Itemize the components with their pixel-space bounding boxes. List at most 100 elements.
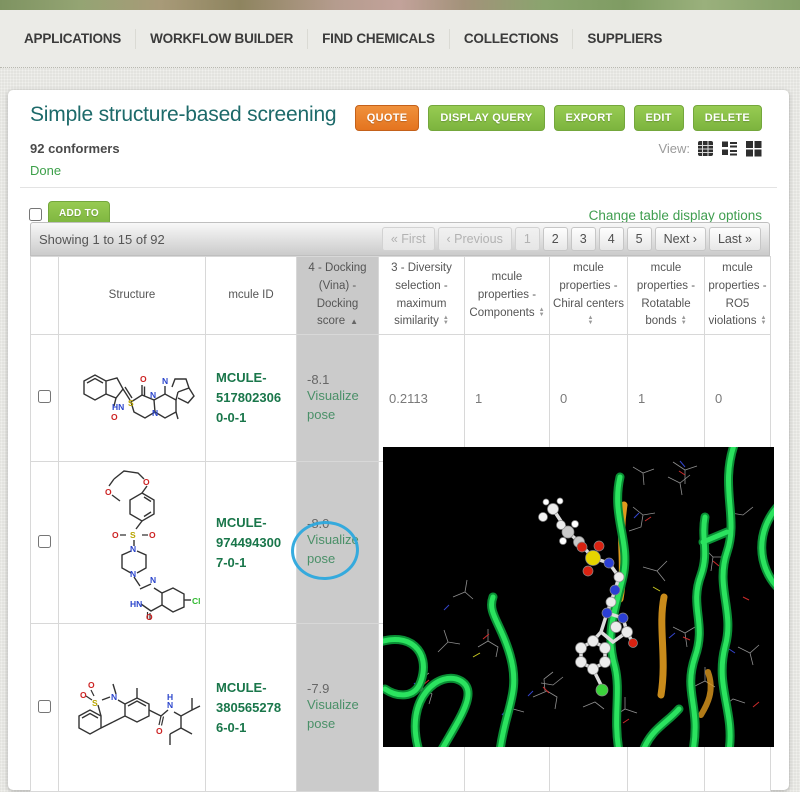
pagination-previous: ‹ Previous [438, 227, 512, 251]
svg-text:O: O [112, 530, 119, 540]
sort-icon[interactable]: ▲▼ [681, 316, 687, 326]
svg-text:S: S [130, 530, 136, 540]
svg-text:N: N [130, 544, 136, 554]
svg-text:H: H [167, 692, 173, 702]
svg-text:O: O [149, 530, 156, 540]
column-header-structure: Structure [59, 257, 206, 335]
svg-text:O: O [88, 680, 95, 690]
svg-text:O: O [80, 690, 87, 700]
structure-drawing: O O S O O N N N HN O Cl [62, 465, 202, 620]
action-buttons: QUOTE DISPLAY QUERY EXPORT EDIT DELETE [355, 105, 762, 131]
view-switcher: View: [658, 140, 762, 157]
svg-text:HN: HN [130, 599, 142, 609]
svg-text:N: N [150, 575, 156, 585]
column-header-components[interactable]: mcule properties - Components▲▼ [465, 257, 550, 335]
sort-ascending-icon: ▲ [350, 317, 358, 326]
conformer-count: 92 conformers [30, 141, 120, 156]
pagination-page-2[interactable]: 2 [543, 227, 568, 251]
showing-count: Showing 1 to 15 of 92 [39, 232, 165, 247]
svg-text:HN: HN [112, 402, 124, 412]
svg-text:O: O [156, 726, 163, 736]
nav-item-suppliers[interactable]: SUPPLIERS [573, 29, 676, 49]
page-title: Simple structure-based screening [30, 103, 336, 127]
structure-drawing: HN O O S N N N [62, 348, 202, 448]
column-header-ro5-violations[interactable]: mcule properties - RO5 violations▲▼ [705, 257, 771, 335]
pagination-page-3[interactable]: 3 [571, 227, 596, 251]
mcule-id-link[interactable]: MCULE-9744943007-0-1 [216, 513, 286, 573]
pose-viewer-3d[interactable] [383, 447, 774, 747]
pagination-next[interactable]: Next › [655, 227, 706, 251]
nav-item-collections[interactable]: COLLECTIONS [450, 29, 574, 49]
list-view-icon[interactable] [721, 140, 738, 157]
svg-text:N: N [162, 376, 168, 386]
max-similarity-value: 0.2113 [379, 335, 465, 462]
protein-ligand-scene [383, 447, 774, 747]
export-button[interactable]: EXPORT [554, 105, 625, 131]
ro5-violations-value: 0 [705, 335, 771, 462]
svg-text:N: N [130, 569, 136, 579]
svg-text:O: O [105, 487, 112, 497]
docking-score-value: -8.1 [307, 372, 368, 387]
column-header-chiral-centers[interactable]: mcule properties - Chiral centers▲▼ [550, 257, 628, 335]
svg-text:N: N [150, 390, 156, 400]
svg-text:N: N [111, 692, 117, 702]
structure-cell: HN O O S N N N [59, 335, 206, 462]
svg-text:O: O [140, 374, 147, 384]
svg-text:S: S [92, 698, 98, 708]
structure-cell: O O S O O N N N HN O Cl [59, 462, 206, 624]
photo-banner [0, 0, 800, 10]
components-value: 1 [465, 335, 550, 462]
pagination-page-4[interactable]: 4 [599, 227, 624, 251]
column-header-rotatable-bonds[interactable]: mcule properties - Rotatable bonds▲▼ [628, 257, 705, 335]
structure-drawing: S O O N O N H [62, 650, 202, 765]
column-header-max-similarity[interactable]: 3 - Diversity selection - maximum simila… [379, 257, 465, 335]
row-checkbox[interactable] [38, 700, 51, 713]
grid-view-icon[interactable] [745, 140, 762, 157]
svg-text:O: O [146, 612, 153, 620]
column-header-mcule-id: mcule ID [206, 257, 297, 335]
quote-button[interactable]: QUOTE [355, 105, 420, 131]
visualize-pose-link[interactable]: Visualize pose [307, 696, 367, 734]
svg-text:S: S [128, 398, 134, 408]
column-header-docking-score[interactable]: 4 - Docking (Vina) - Docking score▲ [297, 257, 379, 335]
sort-icon[interactable]: ▲▼ [539, 308, 545, 318]
pagination-page-5[interactable]: 5 [627, 227, 652, 251]
pagination: « First ‹ Previous 1 2 3 4 5 Next › Last… [382, 227, 761, 251]
table-view-icon[interactable] [697, 140, 714, 157]
sort-icon[interactable]: ▲▼ [588, 316, 594, 326]
nav-item-find-chemicals[interactable]: FIND CHEMICALS [308, 29, 450, 49]
pagination-first: « First [382, 227, 435, 251]
nav-item-workflow-builder[interactable]: WORKFLOW BUILDER [136, 29, 308, 49]
sort-icon[interactable]: ▲▼ [761, 316, 767, 326]
select-all-checkbox[interactable] [29, 208, 42, 221]
pagination-last[interactable]: Last » [709, 227, 761, 251]
main-nav: APPLICATIONS WORKFLOW BUILDER FIND CHEMI… [0, 10, 800, 68]
row-checkbox[interactable] [38, 390, 51, 403]
svg-text:N: N [152, 408, 158, 418]
display-query-button[interactable]: DISPLAY QUERY [428, 105, 544, 131]
docking-score-value: -7.9 [307, 681, 368, 696]
svg-text:Cl: Cl [192, 596, 201, 606]
sort-icon[interactable]: ▲▼ [443, 316, 449, 326]
row-checkbox[interactable] [38, 535, 51, 548]
structure-cell: S O O N O N H [59, 624, 206, 792]
view-label: View: [658, 141, 690, 156]
status-badge: Done [30, 163, 61, 178]
mcule-id-link[interactable]: MCULE-3805652786-0-1 [216, 678, 286, 738]
column-header-checkbox [31, 257, 59, 335]
change-display-options-link[interactable]: Change table display options [589, 208, 762, 223]
pagination-page-1: 1 [515, 227, 540, 251]
delete-button[interactable]: DELETE [693, 105, 762, 131]
table-topbar: Showing 1 to 15 of 92 « First ‹ Previous… [30, 222, 770, 256]
table-header-row: Structure mcule ID 4 - Docking (Vina) - … [31, 257, 771, 335]
edit-button[interactable]: EDIT [634, 105, 684, 131]
svg-text:O: O [111, 412, 118, 422]
nav-item-applications[interactable]: APPLICATIONS [10, 29, 136, 49]
svg-text:O: O [143, 477, 150, 487]
rotatable-bonds-value: 1 [628, 335, 705, 462]
visualize-pose-link[interactable]: Visualize pose [307, 387, 367, 425]
chiral-centers-value: 0 [550, 335, 628, 462]
table-row: HN O O S N N N MCULE-5178023060-0-1 -8.1… [31, 335, 771, 462]
section-divider [20, 187, 777, 188]
mcule-id-link[interactable]: MCULE-5178023060-0-1 [216, 368, 286, 428]
